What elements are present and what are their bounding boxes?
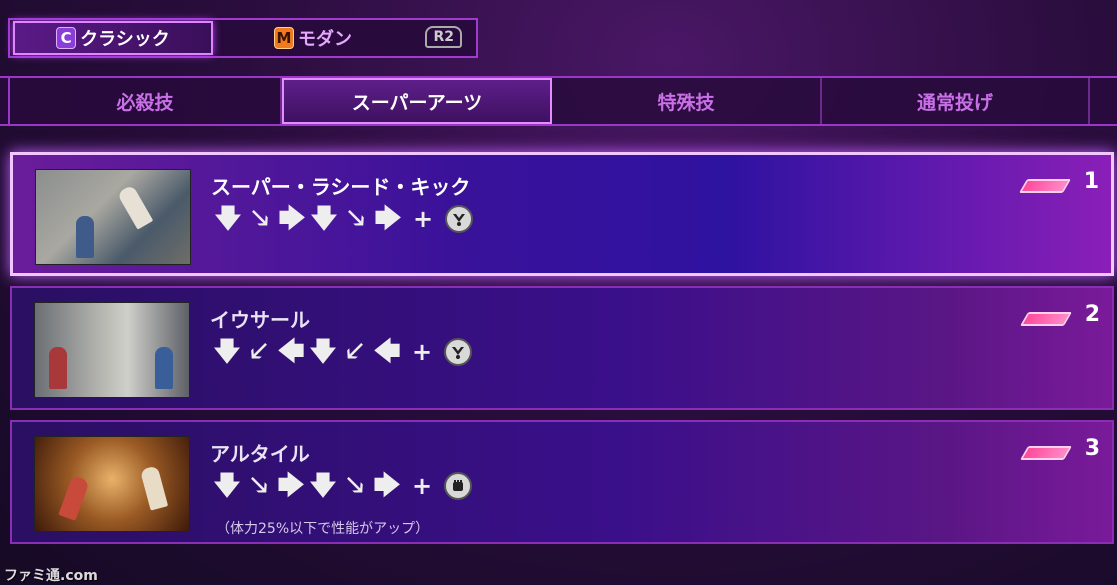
command-input: 🡇 🡖 🡆 🡇 🡖 🡆 + (214, 204, 474, 234)
sa-gauge-icon (1019, 446, 1073, 460)
sa-gauge-icon (1019, 312, 1073, 326)
tab-label: 通常投げ (916, 91, 993, 114)
sa-level: 1 (1083, 169, 1099, 194)
classic-control-option[interactable]: C クラシック (13, 21, 213, 55)
down-left-arrow-icon: 🡗 (250, 337, 268, 367)
tab-throws[interactable]: 通常投げ (822, 78, 1090, 124)
move-thumbnail (34, 302, 190, 398)
plus-sign: + (412, 472, 433, 500)
r2-button-hint-icon: R2 (425, 26, 462, 48)
right-arrow-icon: 🡆 (374, 204, 402, 234)
down-arrow-icon: 🡇 (310, 204, 338, 234)
modern-control-option[interactable]: M モダン (213, 21, 413, 55)
watermark-logo: ファミ通.com (4, 568, 98, 584)
down-left-arrow-icon: 🡗 (346, 337, 364, 367)
fighter-figure (58, 475, 90, 521)
down-arrow-icon: 🡇 (309, 337, 337, 367)
kick-icon (444, 338, 473, 366)
command-input: 🡇 🡖 🡆 🡇 🡖 🡆 + (213, 471, 473, 501)
right-arrow-icon: 🡆 (278, 204, 306, 234)
move-category-tabs: 必殺技 スーパーアーツ 特殊技 通常投げ (0, 76, 1117, 126)
move-name: アルタイル (210, 442, 310, 466)
move-row[interactable]: スーパー・ラシード・キック 🡇 🡖 🡆 🡇 🡖 🡆 + 1 (10, 152, 1114, 276)
move-name: イウサール (210, 308, 310, 332)
sa-level: 3 (1084, 436, 1100, 461)
fighter-figure (76, 216, 94, 258)
tab-label: 必殺技 (116, 91, 174, 114)
modern-badge-icon: M (274, 27, 294, 49)
down-right-arrow-icon: 🡖 (250, 471, 268, 501)
sa-gauge-icon (1018, 179, 1072, 193)
down-arrow-icon: 🡇 (213, 337, 241, 367)
plus-sign: + (413, 205, 434, 233)
down-arrow-icon: 🡇 (309, 471, 337, 501)
move-name: スーパー・ラシード・キック (211, 175, 471, 199)
plus-sign: + (412, 338, 433, 366)
control-type-toggle: C クラシック M モダン R2 (8, 18, 478, 58)
punch-icon (444, 472, 473, 500)
fighter-figure (116, 184, 154, 230)
tab-unique-attacks[interactable]: 特殊技 (552, 78, 822, 124)
classic-label: クラシック (80, 29, 170, 50)
fighter-figure (49, 347, 67, 389)
tab-left-edge (0, 78, 10, 124)
down-right-arrow-icon: 🡖 (346, 471, 364, 501)
command-input: 🡇 🡗 🡄 🡇 🡗 🡄 + (213, 337, 473, 367)
left-arrow-icon: 🡄 (277, 337, 305, 367)
classic-badge-icon: C (56, 27, 77, 49)
right-arrow-icon: 🡆 (277, 471, 305, 501)
move-thumbnail (35, 169, 191, 265)
tab-super-arts[interactable]: スーパーアーツ (282, 78, 552, 124)
down-right-arrow-icon: 🡖 (251, 204, 269, 234)
down-arrow-icon: 🡇 (214, 204, 242, 234)
fighter-figure (155, 347, 173, 389)
tab-label: スーパーアーツ (351, 91, 483, 114)
move-row[interactable]: イウサール 🡇 🡗 🡄 🡇 🡗 🡄 + 2 (10, 286, 1114, 410)
move-row[interactable]: アルタイル 🡇 🡖 🡆 🡇 🡖 🡆 + （体力25%以下で性能がアップ） 3 (10, 420, 1114, 544)
right-arrow-icon: 🡆 (373, 471, 401, 501)
move-list: スーパー・ラシード・キック 🡇 🡖 🡆 🡇 🡖 🡆 + 1 イウサール 🡇 🡗 … (10, 152, 1114, 554)
move-note: （体力25%以下で性能がアップ） (216, 521, 430, 537)
move-thumbnail (34, 436, 190, 532)
down-right-arrow-icon: 🡖 (347, 204, 365, 234)
tab-label: 特殊技 (657, 91, 715, 114)
down-arrow-icon: 🡇 (213, 471, 241, 501)
tab-special-moves[interactable]: 必殺技 (10, 78, 282, 124)
kick-icon (445, 205, 474, 233)
fighter-figure (139, 465, 169, 511)
sa-level: 2 (1084, 302, 1100, 327)
modern-label: モダン (298, 29, 352, 50)
left-arrow-icon: 🡄 (373, 337, 401, 367)
